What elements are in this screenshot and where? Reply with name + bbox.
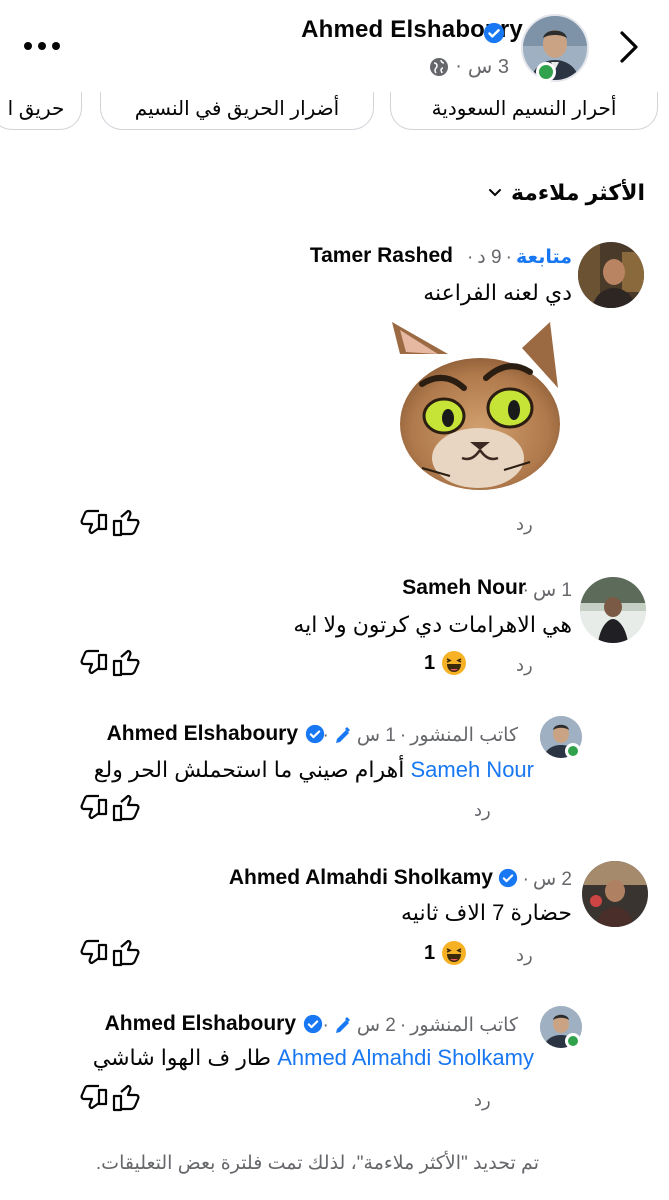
reaction-count: 1 <box>424 651 436 674</box>
comment-text: دي لعنه الفراعنه <box>423 280 572 305</box>
comment-meta: 1 س · <box>523 579 572 602</box>
online-status-dot <box>565 743 581 759</box>
tag-chip-3[interactable]: أحرار النسيم السعودية <box>390 92 658 130</box>
meta-separator: · <box>322 724 329 746</box>
commenter-name[interactable]: Ahmed Almahdi Sholkamy <box>229 866 493 890</box>
chevron-right-icon[interactable] <box>612 28 646 66</box>
author-role: كاتب المنشور <box>410 725 518 746</box>
reply-button[interactable]: رد <box>516 945 533 966</box>
meta-separator: · <box>522 868 529 890</box>
comment-text: هي الاهرامات دي كرتون ولا ايه <box>293 612 572 637</box>
meta-separator: · <box>466 246 474 268</box>
post-header: Ahmed Elshaboury 3 س · <box>0 0 669 92</box>
comment-time: 2 س <box>532 869 572 890</box>
comment-time: 2 س <box>356 1015 396 1036</box>
comment-time: 1 س <box>532 580 572 601</box>
filter-notice: تم تحديد "الأكثر ملاءمة"، لذلك تمت فلترة… <box>95 1153 539 1174</box>
reply-button[interactable]: رد <box>474 800 491 821</box>
meta-separator: · <box>322 1014 329 1036</box>
chevron-down-icon <box>488 189 501 197</box>
verified-badge-icon <box>303 1014 323 1034</box>
public-globe-icon <box>430 57 449 76</box>
meta-separator: · <box>522 579 529 601</box>
meta-separator: · <box>399 1014 407 1036</box>
online-status-dot <box>565 1033 581 1049</box>
verified-badge-icon <box>483 22 505 44</box>
commenter-name[interactable]: Sameh Nour <box>402 576 526 600</box>
commenter-name[interactable]: Ahmed Elshaboury <box>105 1012 296 1036</box>
comment-body: طار ف الهوا شاشي <box>92 1045 272 1070</box>
follow-link[interactable]: متابعة <box>516 246 572 269</box>
comment-meta: متابعة · 9 د · <box>467 246 572 269</box>
online-status-dot <box>536 62 556 82</box>
post-time: 3 س <box>467 56 509 78</box>
mention-link[interactable]: Sameh Nour <box>410 757 534 782</box>
comment-meta: كاتب المنشور · 2 س · <box>322 1014 518 1037</box>
reaction-summary[interactable]: 1 <box>424 940 467 966</box>
avatar[interactable] <box>578 242 644 308</box>
reaction-count: 1 <box>424 941 436 964</box>
reply-button[interactable]: رد <box>474 1090 491 1111</box>
comment-text: Ahmed Almahdi Sholkamy طار ف الهوا شاشي <box>93 1045 534 1071</box>
reaction-summary[interactable]: 1 <box>424 650 467 676</box>
haha-reaction-icon <box>442 941 467 965</box>
avatar[interactable] <box>580 577 646 643</box>
like-dislike-icon[interactable] <box>80 1084 140 1112</box>
cat-sticker[interactable] <box>382 318 564 494</box>
meta-separator: · <box>455 55 462 77</box>
haha-reaction-icon <box>442 651 467 675</box>
avatar[interactable] <box>582 861 648 927</box>
like-dislike-icon[interactable] <box>80 939 140 967</box>
more-options-icon[interactable] <box>22 26 62 66</box>
comment-time: 9 د <box>477 247 502 268</box>
sort-label: الأكثر ملاءمة <box>510 180 645 205</box>
comment-body: أهرام صيني ما استحملش الحر ولع <box>93 757 405 782</box>
sort-selector[interactable]: الأكثر ملاءمة <box>487 180 645 206</box>
like-dislike-icon[interactable] <box>80 794 140 822</box>
post-meta: 3 س · <box>429 54 509 79</box>
comment-text: حضارة 7 الاف ثانيه <box>401 900 572 925</box>
commenter-name[interactable]: Ahmed Elshaboury <box>107 722 298 746</box>
tag-chip-2[interactable]: أضرار الحريق في النسيم <box>100 92 374 130</box>
chip-label: أحرار النسيم السعودية <box>431 98 617 120</box>
author-role: كاتب المنشور <box>410 1015 518 1036</box>
comment-meta: 2 س · <box>523 868 572 891</box>
like-dislike-icon[interactable] <box>80 509 140 537</box>
meta-separator: · <box>399 724 407 746</box>
comment-meta: كاتب المنشور · 1 س · <box>322 724 518 747</box>
pencil-edited-icon <box>335 726 350 743</box>
reply-button[interactable]: رد <box>516 514 533 535</box>
reply-button[interactable]: رد <box>516 655 533 676</box>
like-dislike-icon[interactable] <box>80 649 140 677</box>
tag-chip-1[interactable]: حريق ا <box>0 92 82 130</box>
commenter-name[interactable]: Tamer Rashed <box>310 244 453 268</box>
pencil-edited-icon <box>335 1016 350 1033</box>
chip-label: حريق ا <box>7 98 65 120</box>
comment-time: 1 س <box>356 725 396 746</box>
meta-separator: · <box>505 246 512 268</box>
comment-text: Sameh Nour أهرام صيني ما استحملش الحر ول… <box>94 757 534 783</box>
mention-link[interactable]: Ahmed Almahdi Sholkamy <box>277 1045 534 1070</box>
chip-label: أضرار الحريق في النسيم <box>134 98 340 120</box>
verified-badge-icon <box>498 868 518 888</box>
